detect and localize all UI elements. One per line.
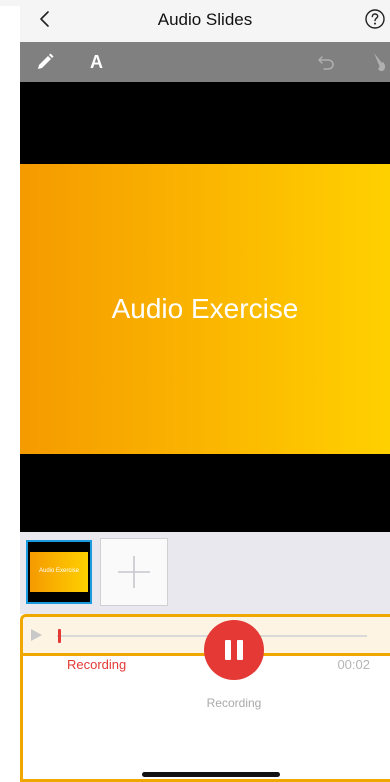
slide-content: Audio Exercise [20,164,390,454]
brush-icon [374,53,386,72]
add-slide-button[interactable] [100,538,168,606]
edit-toolbar: A [20,42,390,82]
undo-button[interactable] [316,52,336,72]
recording-status: Recording [67,657,127,672]
slide-canvas[interactable]: Audio Exercise [20,82,390,532]
record-button-label: Recording [206,696,262,710]
add-icon [118,556,150,588]
pen-tool-button[interactable] [34,51,56,73]
slide-thumbnail[interactable]: Audio Exercise [26,540,92,604]
pause-recording-button[interactable] [204,620,264,680]
playhead-marker[interactable] [58,629,61,643]
recording-time: 00:02 [337,657,370,672]
thumbnail-label: Audio Exercise [38,568,80,574]
page-title: Audio Slides [157,10,253,29]
home-indicator [142,772,280,777]
help-button[interactable] [364,8,386,30]
navigation-bar: Audio Slides [20,6,390,42]
thumbnail-preview: Audio Exercise [30,552,88,592]
slide-title: Audio Exercise [111,293,299,324]
play-icon[interactable] [31,629,42,641]
help-icon [365,9,385,29]
undo-icon [318,56,334,70]
slide-thumbnail-strip: Audio Exercise [20,532,390,614]
text-tool-button[interactable]: A [90,50,103,74]
brush-button[interactable] [370,51,390,73]
pen-icon [38,53,54,69]
